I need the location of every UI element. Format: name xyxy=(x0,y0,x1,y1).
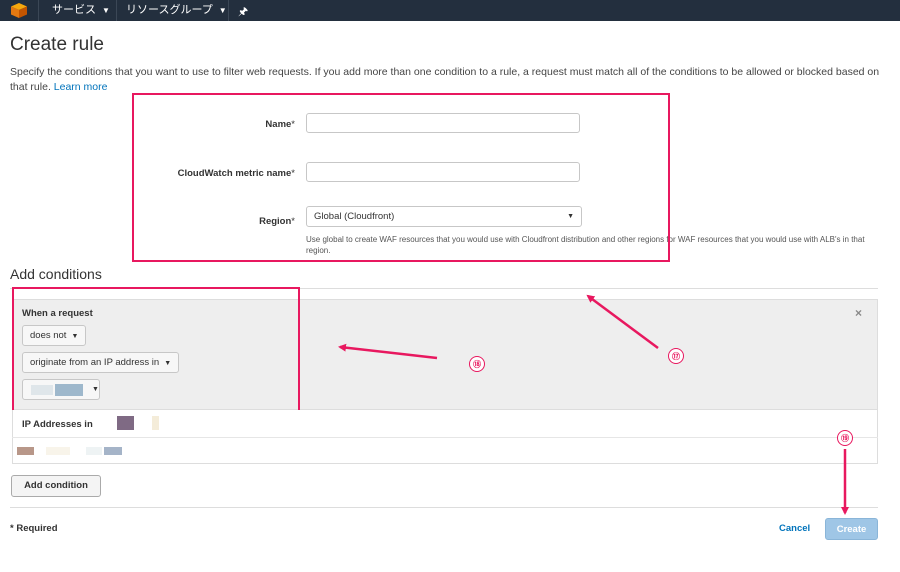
annotation-badge-19: ⑲ xyxy=(837,430,853,446)
arrow-18 xyxy=(338,343,438,360)
annotation-badge-18: ⑱ xyxy=(469,356,485,372)
arrow-17 xyxy=(586,294,659,350)
annotation-arrows xyxy=(338,294,849,515)
annotation-badge-17: ⑰ xyxy=(668,348,684,364)
